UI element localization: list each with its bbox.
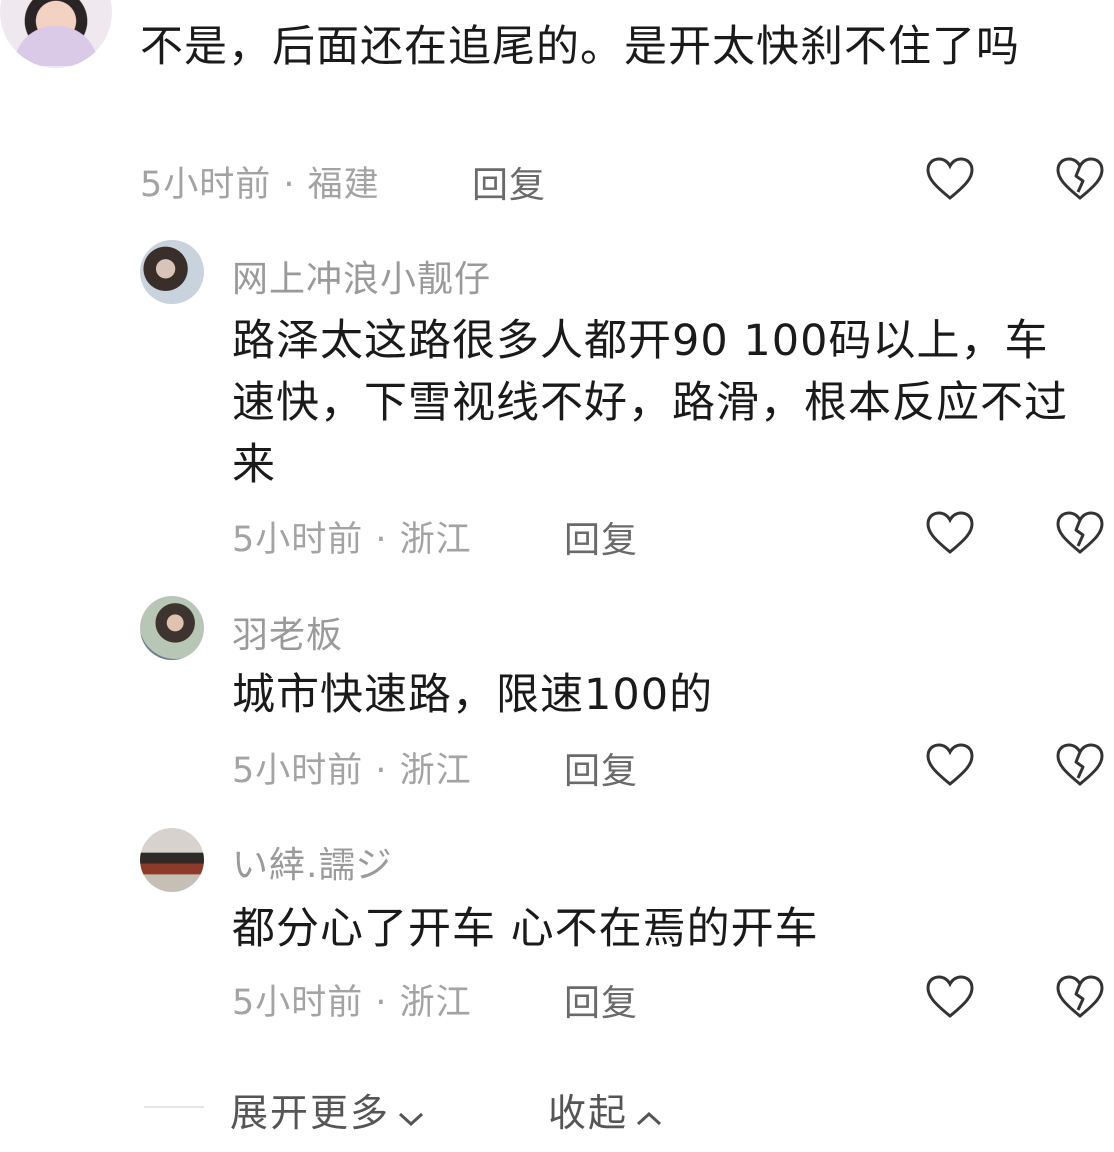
avatar-main[interactable] bbox=[0, 0, 112, 68]
collapse-button[interactable]: 收起 bbox=[548, 1082, 664, 1138]
like-heart-icon[interactable] bbox=[924, 972, 976, 1024]
dislike-broken-heart-icon[interactable] bbox=[1054, 972, 1106, 1024]
collapse-label: 收起 bbox=[548, 1091, 629, 1135]
comment-meta: 5小时前 · 浙江 bbox=[232, 983, 472, 1023]
dislike-broken-heart-icon[interactable] bbox=[1054, 508, 1106, 560]
reply-button[interactable]: 回复 bbox=[564, 511, 638, 563]
divider bbox=[144, 1106, 204, 1108]
dislike-broken-heart-icon[interactable] bbox=[1054, 154, 1106, 206]
avatar-reply-3[interactable] bbox=[140, 828, 204, 892]
like-heart-icon[interactable] bbox=[924, 508, 976, 560]
reply-button[interactable]: 回复 bbox=[564, 974, 638, 1026]
avatar-reply-1[interactable] bbox=[140, 240, 204, 304]
comment-meta: 5小时前 · 福建 bbox=[140, 165, 380, 205]
avatar-reply-2[interactable] bbox=[140, 596, 204, 660]
expand-more-label: 展开更多 bbox=[230, 1091, 391, 1135]
expand-more-button[interactable]: 展开更多 bbox=[230, 1082, 426, 1138]
comment-meta: 5小时前 · 浙江 bbox=[232, 520, 472, 560]
username-reply-3[interactable]: い緈.譳ジ bbox=[232, 836, 392, 888]
comment-meta: 5小时前 · 浙江 bbox=[232, 751, 472, 791]
chevron-down-icon bbox=[396, 1094, 426, 1138]
like-heart-icon[interactable] bbox=[924, 154, 976, 206]
comment-text-main: 不是，后面还在追尾的。是开太快刹不住了吗 bbox=[140, 22, 1020, 72]
reply-button[interactable]: 回复 bbox=[564, 742, 638, 794]
comment-text-reply-2: 城市快速路，限速100的 bbox=[232, 670, 714, 720]
dislike-broken-heart-icon[interactable] bbox=[1054, 740, 1106, 792]
reply-button[interactable]: 回复 bbox=[472, 156, 546, 208]
like-heart-icon[interactable] bbox=[924, 740, 976, 792]
chevron-up-icon bbox=[634, 1094, 664, 1138]
comment-text-reply-3: 都分心了开车 心不在焉的开车 bbox=[232, 904, 819, 954]
username-reply-1[interactable]: 网上冲浪小靓仔 bbox=[232, 250, 491, 302]
username-reply-2[interactable]: 羽老板 bbox=[232, 606, 343, 658]
comment-text-reply-1: 路泽太这路很多人都开90 100码以上，车速快，下雪视线不好，路滑，根本反应不过… bbox=[232, 316, 1068, 490]
